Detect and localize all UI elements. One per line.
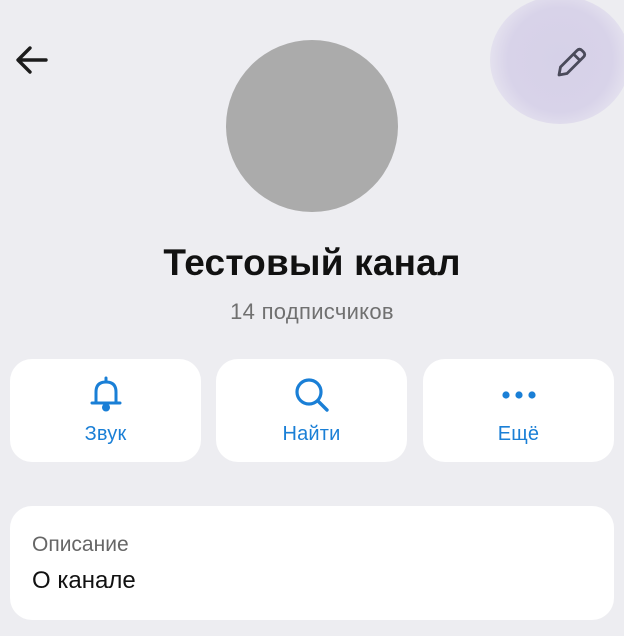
more-button[interactable]: Ещё (423, 359, 614, 462)
channel-title: Тестовый канал (163, 242, 461, 283)
search-button[interactable]: Найти (216, 359, 407, 462)
sound-button[interactable]: Звук (10, 359, 201, 462)
description-value: О канале (32, 567, 136, 594)
subscriber-count: 14 подписчиков (230, 299, 394, 324)
more-label: Ещё (497, 423, 540, 445)
edit-button[interactable] (490, 0, 624, 124)
channel-avatar[interactable] (226, 40, 398, 212)
pencil-icon (557, 47, 587, 77)
search-label: Найти (282, 423, 341, 445)
more-dots-icon (501, 391, 536, 399)
description-label: Описание (32, 533, 129, 556)
search-icon (294, 378, 329, 412)
back-button[interactable] (4, 30, 60, 90)
sound-label: Звук (84, 423, 127, 445)
bell-icon (90, 376, 121, 412)
arrow-left-icon (16, 46, 48, 74)
description-card[interactable]: Описание О канале (10, 506, 614, 620)
